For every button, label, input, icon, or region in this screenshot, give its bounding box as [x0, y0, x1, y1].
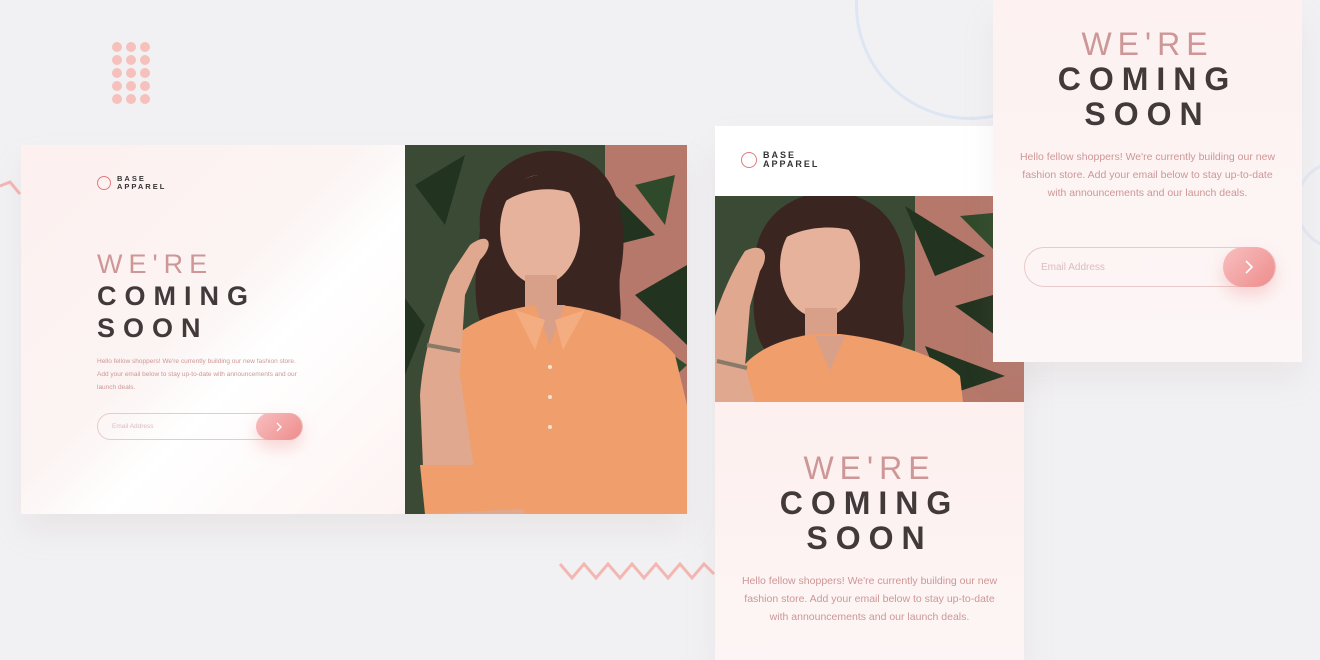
heading-bold-2: SOON	[806, 520, 933, 556]
logo-circle-icon	[741, 152, 757, 169]
chevron-right-icon	[1245, 260, 1254, 274]
mobile-content-panel: WE'RE COMING SOON Hello fellow shoppers!…	[715, 402, 1024, 660]
heading-bold-1: COMING	[779, 485, 960, 521]
mobile-hero-description: Hello fellow shoppers! We're currently b…	[741, 575, 998, 623]
chevron-right-icon	[276, 422, 282, 431]
mobile-hero-heading: WE'RE COMING SOON	[715, 402, 1024, 556]
desktop-content-panel: BASE APPAREL WE'RE COMING SOON Hello fel…	[21, 145, 405, 514]
heading-bold-2: SOON	[1084, 96, 1211, 132]
heading-bold-1: COMING	[1057, 61, 1238, 97]
mobile-brand-logo[interactable]: BASE APPAREL	[741, 150, 820, 170]
desktop-preview-card: BASE APPAREL WE'RE COMING SOON Hello fel…	[21, 145, 687, 514]
model-photo	[715, 196, 1024, 402]
hero-image	[405, 145, 687, 514]
decorative-zigzag	[558, 561, 716, 581]
mobile-hero-image	[715, 196, 1024, 402]
tablet-hero-description: Hello fellow shoppers! We're currently b…	[1019, 151, 1276, 199]
tablet-preview-card: WE'RE COMING SOON Hello fellow shoppers!…	[993, 0, 1302, 362]
heading-light: WE'RE	[1081, 26, 1214, 62]
submit-button[interactable]	[1223, 247, 1275, 287]
logo-circle-icon	[97, 175, 111, 190]
email-form	[97, 413, 303, 440]
mobile-preview-card: BASE APPAREL WE'RE COMING SOON Hello fel…	[715, 126, 1024, 660]
hero-description: Hello fellow shoppers! We're currently b…	[97, 358, 297, 391]
logo-text-line2: APPAREL	[117, 181, 167, 191]
hero-heading: WE'RE COMING SOON	[97, 249, 256, 344]
brand-logo[interactable]: BASE APPAREL	[97, 175, 166, 191]
model-photo	[405, 145, 687, 514]
heading-light: WE'RE	[97, 249, 214, 279]
submit-button[interactable]	[256, 413, 302, 440]
decorative-dot-grid	[112, 42, 152, 108]
tablet-hero-heading: WE'RE COMING SOON	[993, 0, 1302, 132]
heading-bold-1: COMING	[97, 281, 256, 311]
tablet-email-form	[1024, 247, 1276, 287]
logo-text-line2: APPAREL	[763, 159, 820, 170]
heading-bold-2: SOON	[97, 313, 209, 343]
heading-light: WE'RE	[803, 450, 936, 486]
